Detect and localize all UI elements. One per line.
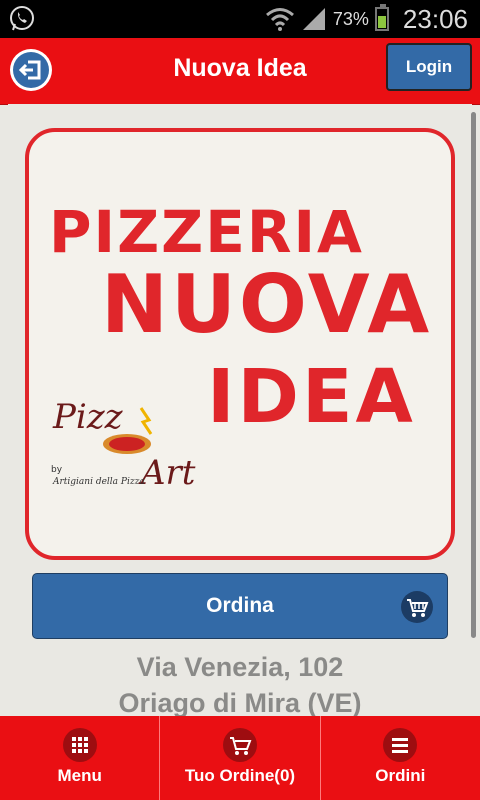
cart-icon [401, 591, 433, 623]
pizzart-by: by [51, 465, 63, 475]
tab-orders[interactable]: Ordini [321, 716, 480, 800]
tab-menu-label: Menu [57, 766, 102, 785]
pizzart-tagline: Artigiani della Pizza [52, 477, 145, 487]
clock: 23:06 [402, 3, 468, 34]
pizzart-top: Pizz [52, 397, 124, 437]
tab-menu[interactable]: Menu [0, 716, 161, 800]
battery-percentage: 73% [332, 8, 369, 29]
restaurant-logo: PIZZERIA NUOVA IDEA Pizz Art by Artigian… [25, 128, 455, 560]
grid-icon [62, 728, 97, 762]
app-header: Nuova Idea Login [0, 38, 480, 105]
tab-orders-label: Ordini [375, 766, 426, 785]
tab-your-order-label: Tuo Ordine(0) [184, 766, 296, 785]
address-city: Oriago di Mira (VE) [118, 688, 362, 718]
order-button-label: Ordina [206, 594, 274, 617]
battery-icon [374, 4, 389, 31]
status-bar: 73% 23:06 [0, 0, 480, 38]
tab-your-order[interactable]: Tuo Ordine(0) [160, 716, 321, 800]
cart-icon [222, 728, 257, 762]
pizzart-bottom: Art [138, 453, 196, 493]
wifi-icon [265, 8, 294, 31]
order-button[interactable]: Ordina [32, 573, 448, 639]
logo-graphic: PIZZERIA NUOVA IDEA Pizz Art by Artigian… [49, 198, 432, 493]
address-street: Via Venezia, 102 [136, 652, 344, 682]
login-button[interactable]: Login [386, 43, 472, 91]
scrollbar[interactable] [471, 112, 476, 638]
logo-line-pizzeria: PIZZERIA [49, 198, 364, 266]
whatsapp-notification-icon [10, 6, 34, 31]
bottom-tab-bar: Menu Tuo Ordine(0) Ordini [0, 716, 480, 800]
signal-icon [302, 8, 325, 30]
list-icon [383, 728, 418, 762]
logo-line-nuova: NUOVA [101, 258, 432, 351]
lightning-icon [139, 407, 153, 435]
logo-line-idea: IDEA [207, 354, 416, 440]
